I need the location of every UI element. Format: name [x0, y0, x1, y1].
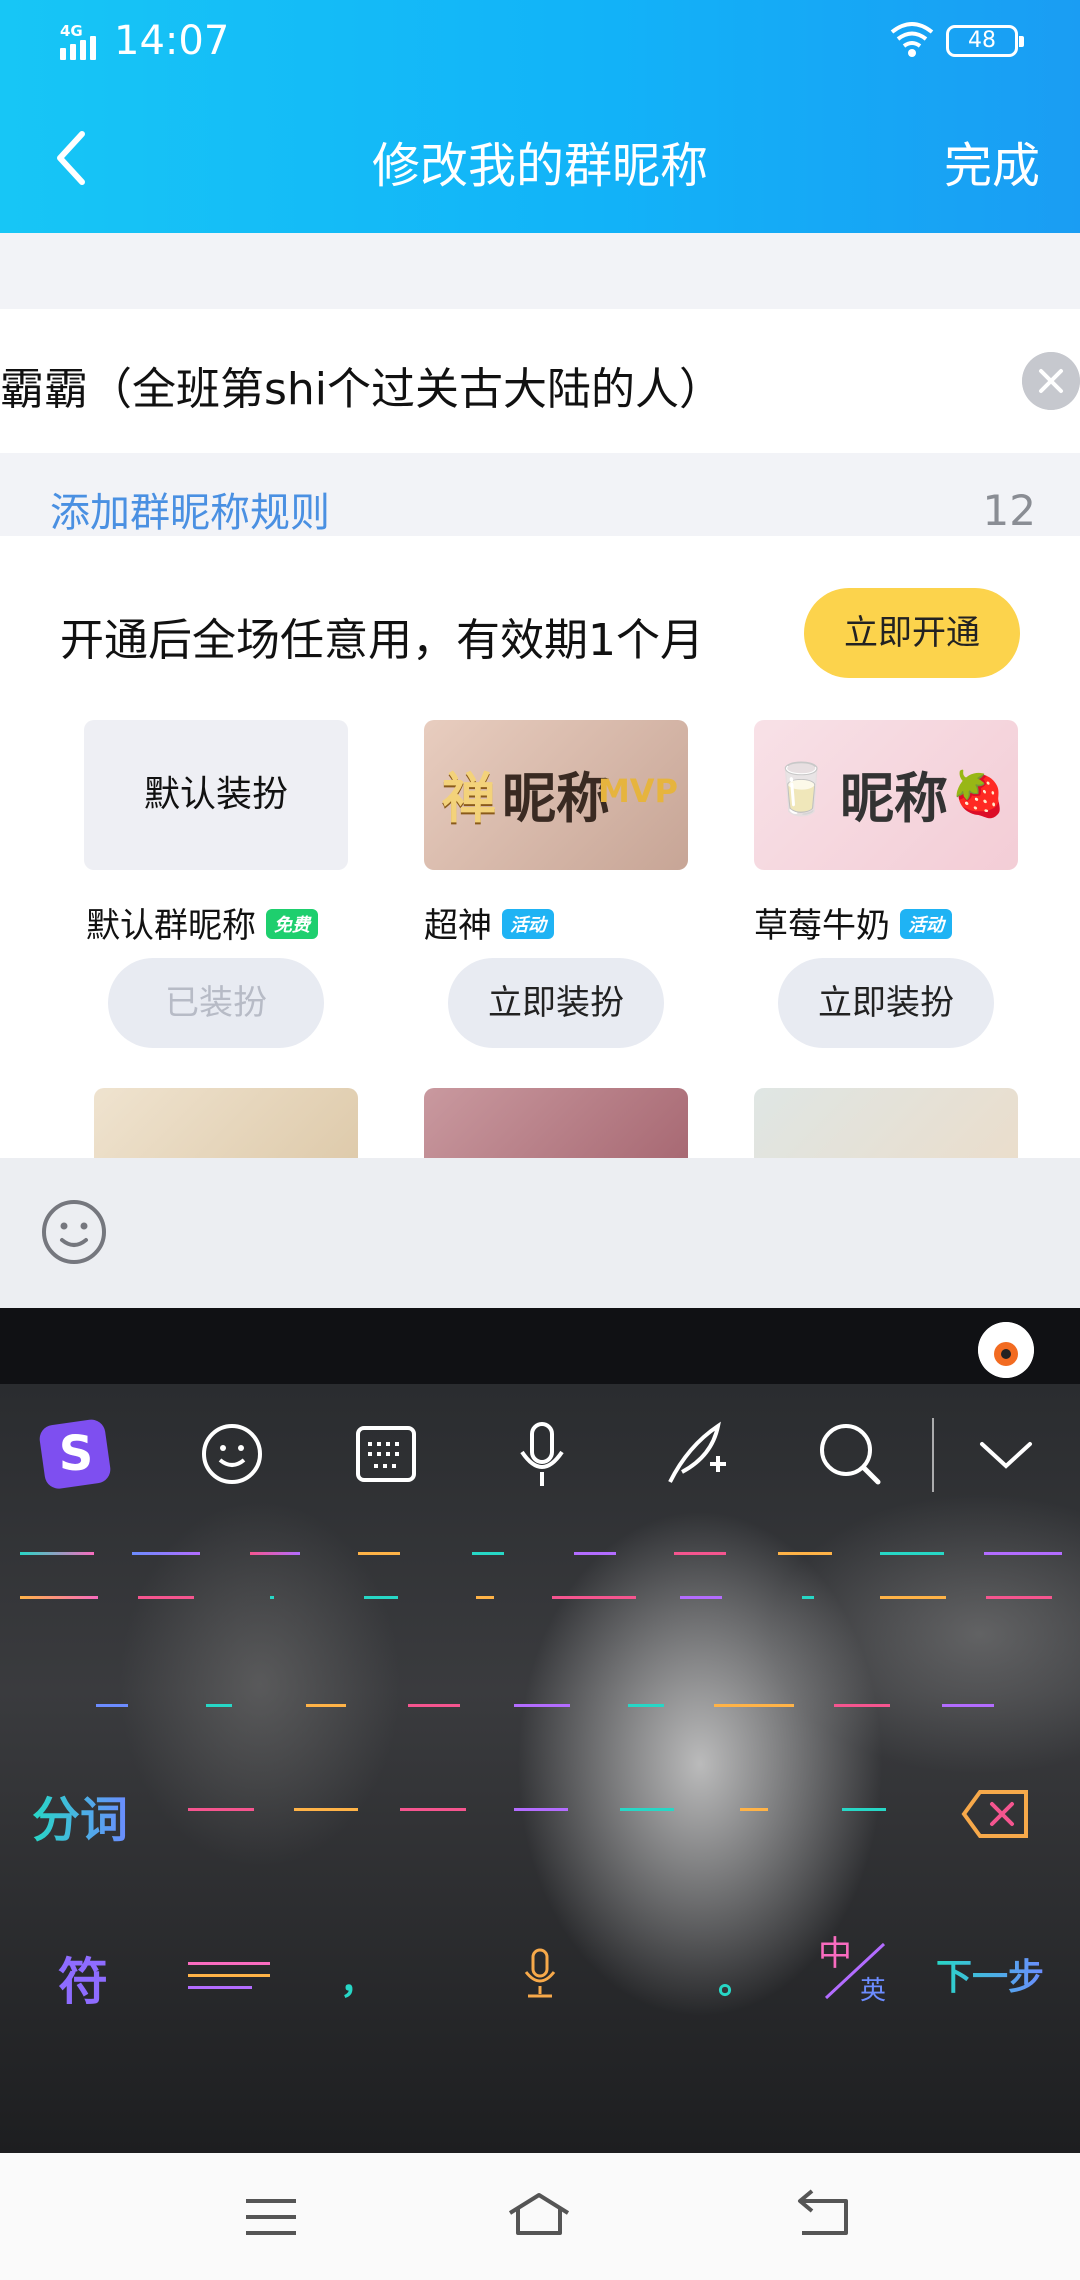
emoji-icon[interactable]: [40, 1198, 108, 1266]
search-icon[interactable]: [812, 1416, 888, 1492]
crown-icon: 禅: [442, 767, 496, 830]
status-time: 14:07: [114, 18, 230, 64]
microphone-icon[interactable]: [504, 1416, 580, 1492]
done-button[interactable]: 完成: [944, 126, 1040, 196]
next-step-key[interactable]: 下一步: [936, 1948, 1044, 2000]
apply-style-button[interactable]: 立即装扮: [778, 958, 994, 1048]
keyboard-layout-icon[interactable]: [348, 1416, 424, 1492]
keyboard-mascot-icon[interactable]: [978, 1322, 1034, 1378]
open-now-button[interactable]: 立即开通: [804, 588, 1020, 678]
comma-key[interactable]: ，: [340, 1952, 376, 2004]
style-card-default[interactable]: 默认装扮: [84, 720, 348, 870]
nickname-input[interactable]: 霸霸（全班第shi个过关古大陆的人）: [0, 353, 723, 417]
nickname-input-row: 霸霸（全班第shi个过关古大陆的人）: [0, 309, 1080, 453]
style-card[interactable]: [754, 1088, 1018, 1158]
style-preview-text: 昵称: [840, 767, 948, 830]
backspace-icon[interactable]: [960, 1788, 1032, 1840]
event-badge: 活动: [900, 909, 952, 939]
lang-en-label: 英: [860, 1976, 887, 2006]
keyboard-row-1[interactable]: [0, 1552, 1080, 1612]
toolbar-divider: [932, 1418, 934, 1492]
back-icon[interactable]: [786, 2187, 856, 2247]
battery-level: 48: [968, 28, 996, 53]
keyboard-row-3: 分词: [0, 1788, 1080, 1848]
network-type: 4G: [60, 22, 83, 40]
char-counter: 12: [982, 486, 1036, 535]
add-nickname-rule-link[interactable]: 添加群昵称规则: [50, 480, 330, 538]
symbols-key[interactable]: 符: [58, 1942, 108, 2014]
signal-icon: 4G: [58, 22, 104, 60]
home-icon[interactable]: [504, 2187, 574, 2247]
page-title: 修改我的群昵称: [371, 138, 708, 194]
segment-key[interactable]: 分词: [32, 1780, 128, 1850]
svg-text:S: S: [59, 1426, 94, 1482]
nickname-style-panel: 开通后全场任意用，有效期1个月 立即开通 默认装扮 默认群昵称 免费 已装扮 禅 …: [0, 536, 1080, 1158]
style-card-strawberry-milk[interactable]: 🥛 昵称 🍓: [754, 720, 1018, 870]
menu-icon[interactable]: [236, 2187, 306, 2247]
style-card-chaoshen[interactable]: 禅 昵称 MVP: [424, 720, 688, 870]
clear-input-button[interactable]: [1022, 352, 1080, 410]
handwriting-icon[interactable]: [658, 1416, 734, 1492]
language-toggle-key[interactable]: 中 英: [818, 1926, 898, 2006]
free-badge: 免费: [266, 909, 318, 939]
equipped-button[interactable]: 已装扮: [108, 958, 324, 1048]
system-navigation-bar: [0, 2153, 1080, 2280]
style-card[interactable]: [424, 1088, 688, 1158]
app-header: 4G 14:07 48 修改我的群昵称 完成: [0, 0, 1080, 233]
mvp-icon: MVP: [597, 772, 678, 810]
collapse-chevron-icon[interactable]: [968, 1416, 1044, 1492]
promo-text: 开通后全场任意用，有效期1个月: [60, 615, 704, 666]
keyboard-background-photo: [0, 1384, 1080, 2153]
style-preview-text: 默认装扮: [143, 774, 288, 815]
voice-input-icon[interactable]: [520, 1948, 560, 1998]
style-name-chaoshen: 超神 活动: [424, 898, 554, 947]
style-preview-text: 昵称: [502, 767, 610, 830]
milk-icon: 🥛: [770, 760, 833, 818]
style-card[interactable]: [94, 1088, 358, 1158]
keyboard-row-4: 符 ， 。 中 英 下一步: [0, 1934, 1080, 2012]
event-badge: 活动: [502, 909, 554, 939]
style-name-strawberry-milk: 草莓牛奶 活动: [754, 898, 952, 947]
strawberry-icon: 🍓: [951, 769, 1006, 820]
period-key[interactable]: 。: [718, 1952, 754, 2004]
style-name-default: 默认群昵称 免费: [86, 898, 318, 947]
keyboard-row-2[interactable]: [0, 1704, 1080, 1764]
emoji-icon[interactable]: [194, 1416, 270, 1492]
battery-icon: 48: [946, 25, 1024, 57]
keyboard: S 分词 符 ， 。 中 英 下一步: [0, 1308, 1080, 2153]
sogou-logo-icon[interactable]: S: [38, 1416, 114, 1492]
input-toolbar: [0, 1158, 1080, 1308]
apply-style-button[interactable]: 立即装扮: [448, 958, 664, 1048]
status-bar: 4G 14:07 48: [0, 0, 1080, 90]
wifi-icon: [890, 22, 934, 57]
